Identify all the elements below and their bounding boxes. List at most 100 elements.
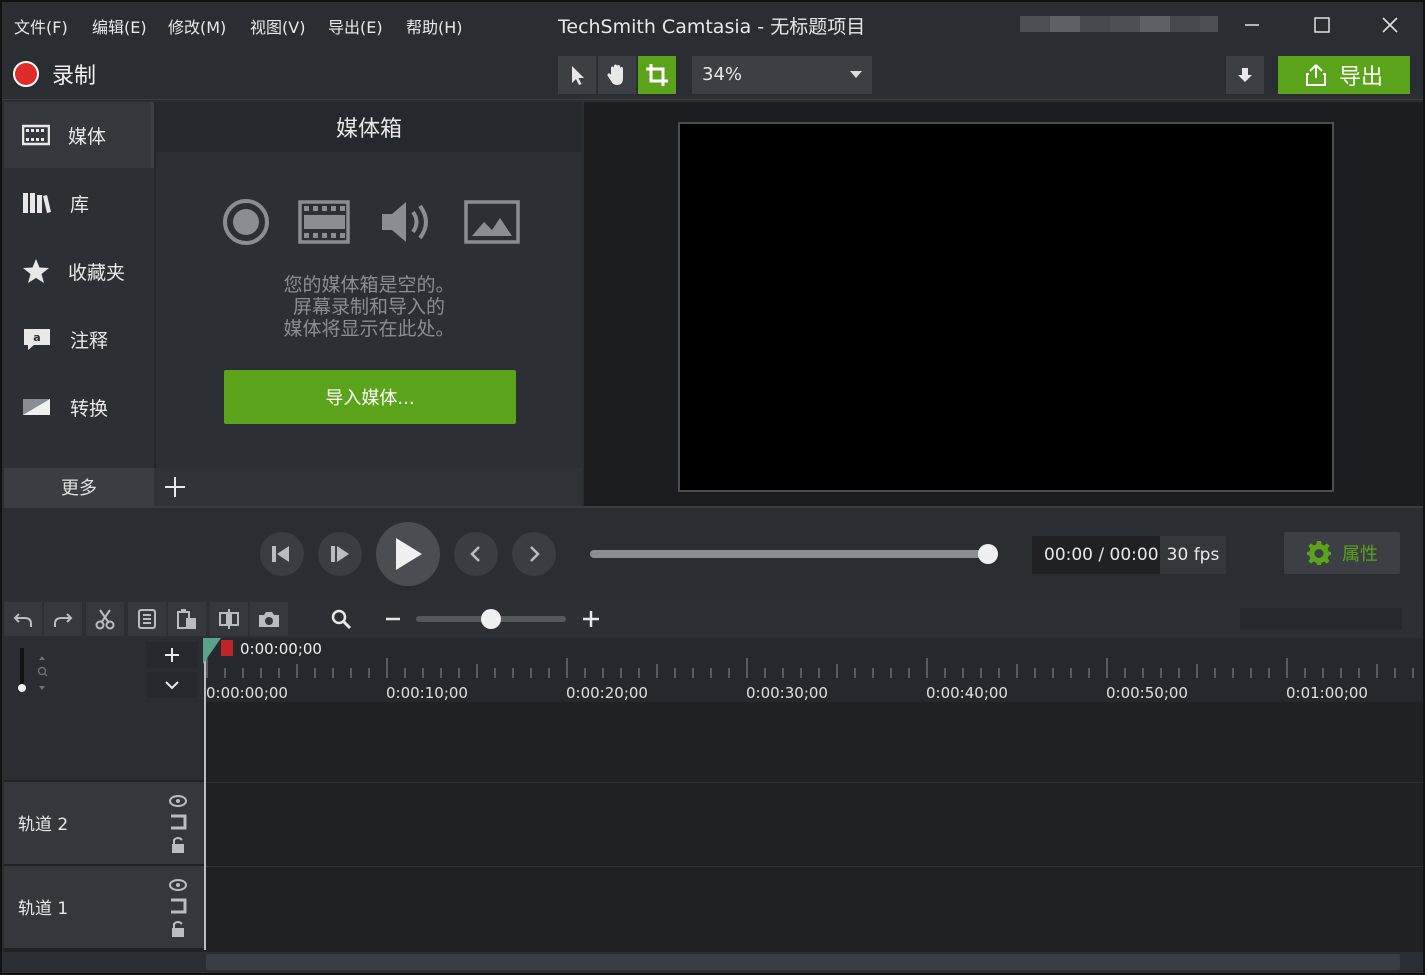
menu-view[interactable]: 视图(V) [250, 14, 305, 38]
add-tab-button[interactable] [154, 468, 196, 506]
next-marker-button[interactable] [512, 532, 556, 576]
time-readout: 00:00 / 00:00 [1032, 545, 1160, 565]
zoom-dropdown[interactable]: 34% [692, 56, 872, 94]
step-back-button[interactable] [260, 532, 304, 576]
close-icon [1382, 17, 1398, 33]
image-icon [464, 200, 520, 244]
zoom-search-icon [330, 608, 352, 630]
tab-label: 媒体 [68, 125, 107, 148]
track-visibility-lock-icons [169, 795, 187, 853]
add-track-button[interactable] [146, 642, 198, 668]
timeline-toolbar [4, 600, 1423, 638]
download-button[interactable] [1226, 56, 1264, 94]
play-icon [396, 538, 422, 570]
chevron-left-icon [470, 546, 480, 562]
ruler-label: 0:00:20;00 [566, 684, 648, 702]
snapshot-button[interactable] [250, 602, 288, 636]
plus-icon [583, 611, 599, 627]
maximize-icon [1314, 17, 1330, 33]
timeline-tracks: 轨道 2 轨道 1 [4, 702, 1423, 952]
menu-help[interactable]: 帮助(H) [406, 14, 463, 38]
undo-button[interactable] [4, 602, 42, 636]
tab-library[interactable]: 库 [4, 170, 154, 236]
menu-edit[interactable]: 编辑(E) [92, 14, 147, 38]
ruler-label: 0:01:00;00 [1286, 684, 1368, 702]
properties-button[interactable]: 属性 [1284, 532, 1400, 574]
track-options-button[interactable] [146, 672, 198, 698]
cut-button[interactable] [86, 602, 124, 636]
ruler-label: 0:00:50;00 [1106, 684, 1188, 702]
timeline-ruler[interactable]: 0:00:00;00 0:00:00;00 0:00:10;00 0:00:20… [206, 638, 1423, 702]
empty-track-lane[interactable] [206, 702, 1423, 780]
annotation-icon: a [24, 329, 50, 350]
step-forward-button[interactable] [318, 532, 362, 576]
timeline-zoom-handle[interactable] [481, 609, 501, 629]
scissors-icon [95, 609, 115, 630]
chevron-right-icon [530, 546, 540, 562]
redo-button[interactable] [44, 602, 82, 636]
tab-transitions[interactable]: 转换 [4, 374, 154, 440]
canvas-area [584, 102, 1423, 506]
tab-rail: 媒体 库 收藏夹 a 注释 转换 [4, 102, 154, 468]
close-button[interactable] [1370, 10, 1410, 40]
track-height-slider[interactable] [16, 644, 50, 696]
play-button[interactable] [376, 522, 440, 586]
track-lane-2[interactable] [206, 782, 1423, 864]
current-time: 00:00 [1044, 545, 1093, 565]
ruler-label: 0:00:40;00 [926, 684, 1008, 702]
plus-icon [165, 477, 185, 497]
split-button[interactable] [210, 602, 248, 636]
menu-export[interactable]: 导出(E) [328, 14, 383, 38]
scrub-handle[interactable] [978, 544, 998, 564]
zoom-out-button[interactable] [382, 608, 404, 630]
previous-marker-button[interactable] [454, 532, 498, 576]
video-clip-icon [298, 200, 350, 244]
zoom-in-button[interactable] [580, 608, 602, 630]
more-tabs-button[interactable]: 更多 [4, 468, 154, 506]
empty-message-line: 屏幕录制和导入的 [292, 296, 445, 318]
transition-icon [23, 399, 50, 415]
track-header-2[interactable]: 轨道 2 [4, 782, 204, 864]
preview-canvas[interactable] [678, 122, 1334, 492]
track-lane-1[interactable] [206, 866, 1423, 948]
empty-track-header [4, 702, 204, 780]
tab-label: 收藏夹 [68, 261, 126, 284]
track-header-1[interactable]: 轨道 1 [4, 866, 204, 948]
paste-button[interactable] [168, 602, 206, 636]
audio-icon [382, 202, 428, 242]
minimize-button[interactable] [1232, 10, 1272, 40]
film-strip-icon [22, 124, 50, 146]
export-label: 导出 [1338, 65, 1383, 90]
timeline-zoom-slider[interactable] [416, 609, 566, 629]
plus-icon [165, 648, 179, 662]
record-icon [13, 61, 39, 87]
export-button[interactable]: 导出 [1278, 56, 1410, 94]
playhead-handle-icon [203, 638, 233, 664]
copy-button[interactable] [128, 602, 166, 636]
menu-file[interactable]: 文件(F) [14, 14, 68, 38]
record-button[interactable]: 录制 [12, 58, 96, 90]
timeline-header-controls [4, 638, 204, 702]
tab-annotations[interactable]: a 注释 [4, 306, 154, 372]
select-tool-button[interactable] [558, 56, 596, 94]
tab-favorites[interactable]: 收藏夹 [4, 238, 154, 304]
playhead[interactable] [203, 638, 233, 950]
scrub-bar[interactable] [590, 544, 998, 564]
import-media-button[interactable]: 导入媒体... [224, 370, 516, 424]
record-label: 录制 [52, 64, 97, 89]
maximize-button[interactable] [1302, 10, 1342, 40]
ruler-label: 0:00:10;00 [386, 684, 468, 702]
ruler-label: 0:00:00;00 [206, 684, 288, 702]
properties-label: 属性 [1342, 544, 1378, 565]
tab-media[interactable]: 媒体 [4, 102, 154, 168]
main-toolbar: 录制 34% 导出 [2, 46, 1423, 100]
menu-modify[interactable]: 修改(M) [168, 14, 226, 38]
media-type-icons [222, 198, 520, 246]
crop-tool-button[interactable] [638, 56, 676, 94]
share-export-icon [1305, 64, 1326, 86]
pan-tool-button[interactable] [598, 56, 636, 94]
crop-icon [646, 64, 668, 86]
library-books-icon [23, 193, 51, 213]
timeline-horizontal-scrollbar[interactable] [206, 954, 1400, 970]
account-info-blurred [1020, 16, 1218, 32]
